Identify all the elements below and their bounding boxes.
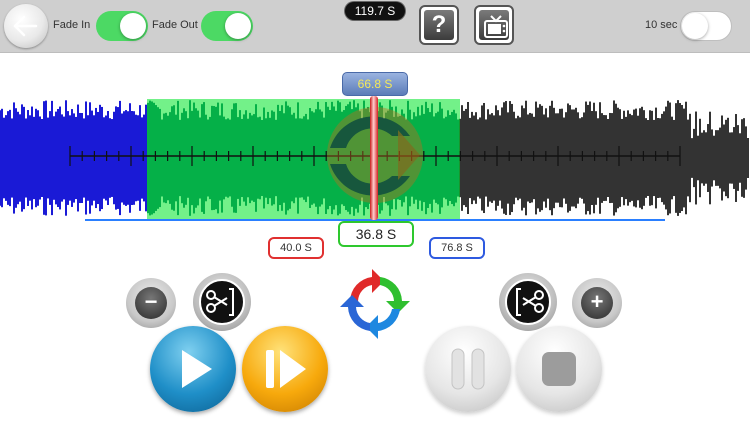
trim-end-button[interactable] bbox=[499, 273, 557, 331]
loop-toggle[interactable] bbox=[680, 11, 732, 41]
fade-out-toggle[interactable] bbox=[201, 11, 253, 41]
playhead-time-badge: 66.8 S bbox=[342, 72, 408, 96]
fade-in-toggle[interactable] bbox=[96, 11, 148, 41]
pause-button[interactable] bbox=[425, 326, 511, 412]
toggle-knob bbox=[225, 13, 251, 39]
tv-button[interactable] bbox=[474, 5, 514, 45]
total-duration-badge: 119.7 S bbox=[345, 2, 405, 20]
loop-duration-label: 10 sec bbox=[645, 19, 678, 31]
back-arrow-icon bbox=[13, 15, 38, 37]
selection-duration-box: 36.8 S bbox=[338, 221, 414, 247]
question-mark-icon: ? bbox=[424, 10, 454, 40]
tv-icon bbox=[479, 10, 509, 40]
plus-icon: + bbox=[581, 287, 613, 319]
stop-icon bbox=[542, 352, 576, 386]
fade-in-label: Fade In bbox=[53, 19, 91, 31]
fade-out-label: Fade Out bbox=[152, 19, 198, 31]
back-button[interactable] bbox=[4, 4, 48, 48]
zoom-out-button[interactable]: − bbox=[126, 278, 176, 328]
play-icon bbox=[182, 350, 212, 388]
toggle-knob bbox=[682, 13, 708, 39]
play-selection-button[interactable] bbox=[242, 326, 328, 412]
top-toolbar: Fade In Fade Out 119.7 S ? 10 sec bbox=[0, 0, 750, 53]
zoom-in-button[interactable]: + bbox=[572, 278, 622, 328]
minus-icon: − bbox=[135, 287, 167, 319]
cycle-arrows-icon bbox=[340, 269, 410, 339]
pause-icon bbox=[451, 348, 485, 390]
stop-button[interactable] bbox=[516, 326, 602, 412]
scissors-icon bbox=[199, 279, 245, 325]
play-button[interactable] bbox=[150, 326, 236, 412]
toggle-knob bbox=[120, 13, 146, 39]
playhead-handle[interactable] bbox=[370, 96, 378, 220]
scissors-icon bbox=[505, 279, 551, 325]
trim-start-button[interactable] bbox=[193, 273, 251, 331]
selection-start-time[interactable]: 40.0 S bbox=[268, 237, 324, 259]
reset-selection-button[interactable] bbox=[336, 265, 414, 343]
play-selection-icon bbox=[266, 350, 306, 388]
help-button[interactable]: ? bbox=[419, 5, 459, 45]
selection-end-time[interactable]: 76.8 S bbox=[429, 237, 485, 259]
